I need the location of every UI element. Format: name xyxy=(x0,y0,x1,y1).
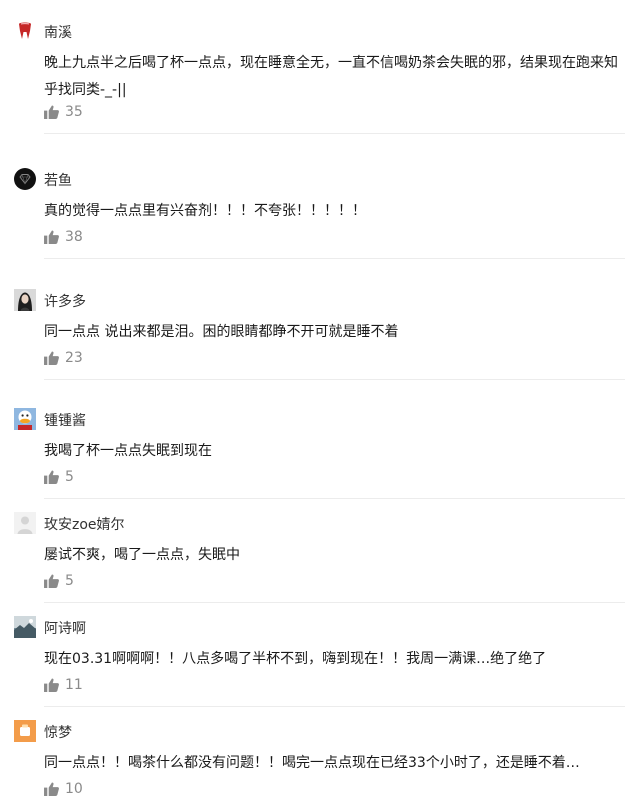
like-count: 5 xyxy=(65,573,74,589)
comment-text: 真的觉得一点点里有兴奋剂！！！不夸张！！！！！ xyxy=(44,203,366,219)
comment-text: 我喝了杯一点点失眠到现在 xyxy=(44,443,212,459)
landscape-avatar-icon xyxy=(14,616,36,638)
avatar[interactable] xyxy=(14,408,36,430)
like-button[interactable]: 10 xyxy=(44,780,83,798)
portrait-avatar-icon xyxy=(14,289,36,311)
thumbs-up-icon xyxy=(44,574,59,588)
default-avatar-icon xyxy=(14,512,36,534)
username[interactable]: 锺锺酱 xyxy=(44,410,86,430)
avatar[interactable] xyxy=(14,20,36,42)
like-button[interactable]: 5 xyxy=(44,572,74,590)
comment-text: 同一点点！！喝茶什么都没有问题！！喝完一点点现在已经33个小时了，还是睡不着… xyxy=(44,755,580,771)
avatar[interactable] xyxy=(14,289,36,311)
thumbs-up-icon xyxy=(44,230,59,244)
like-count: 35 xyxy=(65,104,83,120)
like-count: 11 xyxy=(65,677,83,693)
black-diamond-avatar-icon xyxy=(14,168,36,190)
username[interactable]: 惊梦 xyxy=(44,722,72,742)
divider xyxy=(44,706,625,707)
thumbs-up-icon xyxy=(44,105,59,119)
avatar[interactable] xyxy=(14,616,36,638)
username[interactable]: 阿诗啊 xyxy=(44,618,86,638)
comment-text: 现在03.31啊啊啊！！八点多喝了半杯不到，嗨到现在！！我周一满课…绝了绝了 xyxy=(44,651,547,667)
thumbs-up-icon xyxy=(44,678,59,692)
like-count: 5 xyxy=(65,469,74,485)
comment-text: 同一点点 说出来都是泪。困的眼睛都睁不开可就是睡不着 xyxy=(44,324,399,340)
thumbs-up-icon xyxy=(44,351,59,365)
like-button[interactable]: 35 xyxy=(44,103,83,121)
orange-avatar-icon xyxy=(14,720,36,742)
cartoon-duck-avatar-icon xyxy=(14,408,36,430)
divider xyxy=(44,133,625,134)
username[interactable]: 若鱼 xyxy=(44,170,72,190)
comment-text: 晚上九点半之后喝了杯一点点，现在睡意全无，一直不信喝奶茶会失眠的邪，结果现在跑来… xyxy=(44,55,618,98)
tooth-avatar-icon xyxy=(14,20,36,42)
divider xyxy=(44,602,625,603)
like-count: 38 xyxy=(65,229,83,245)
avatar[interactable] xyxy=(14,512,36,534)
like-button[interactable]: 38 xyxy=(44,228,83,246)
divider xyxy=(44,258,625,259)
divider xyxy=(44,379,625,380)
thumbs-up-icon xyxy=(44,470,59,484)
avatar[interactable] xyxy=(14,720,36,742)
username[interactable]: 玫安zoe婧尔 xyxy=(44,514,125,534)
comment-text: 屡试不爽，喝了一点点，失眠中 xyxy=(44,547,240,563)
like-count: 23 xyxy=(65,350,83,366)
avatar[interactable] xyxy=(14,168,36,190)
username[interactable]: 许多多 xyxy=(44,291,86,311)
like-count: 10 xyxy=(65,781,83,797)
like-button[interactable]: 11 xyxy=(44,676,83,694)
like-button[interactable]: 5 xyxy=(44,468,74,486)
username[interactable]: 南溪 xyxy=(44,22,72,42)
thumbs-up-icon xyxy=(44,782,59,796)
like-button[interactable]: 23 xyxy=(44,349,83,367)
divider xyxy=(44,498,625,499)
